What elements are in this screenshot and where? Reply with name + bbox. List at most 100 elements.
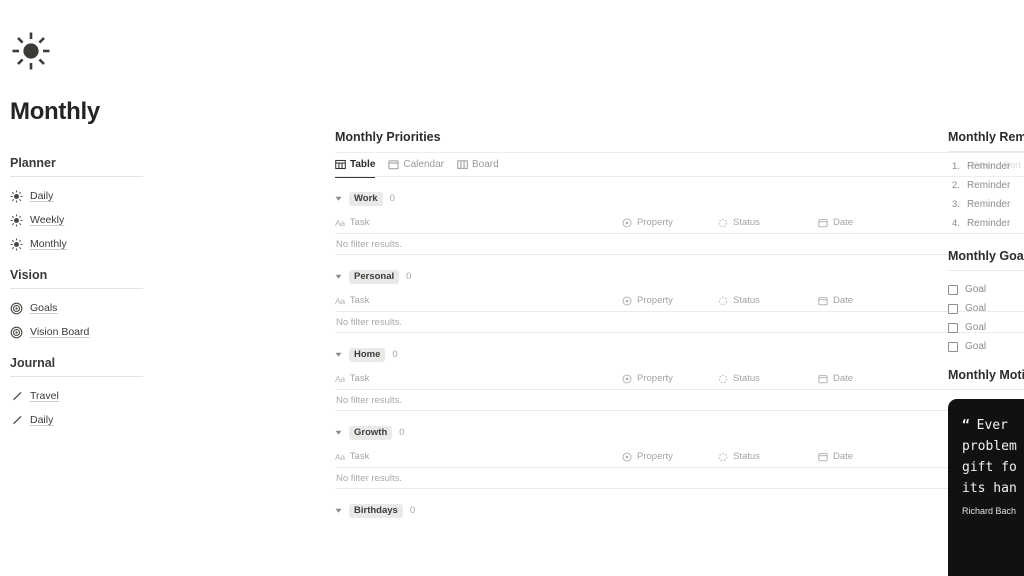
quote-line-2: problem xyxy=(962,439,1017,454)
group-count: 0 xyxy=(399,427,405,438)
list-item[interactable]: 3. Reminder xyxy=(948,199,1024,218)
divider xyxy=(948,389,1024,390)
column-header-date[interactable]: Date xyxy=(818,217,918,228)
list-item-label: Reminder xyxy=(966,161,1011,172)
app-root: Monthly Planner Daily Weekly Monthly Vis… xyxy=(0,0,1024,576)
group-header[interactable]: Home 0 xyxy=(335,346,1024,363)
column-header-date[interactable]: Date xyxy=(818,451,918,462)
group-header[interactable]: Work 0 xyxy=(335,190,1024,207)
aa-text-icon: Aa xyxy=(335,217,345,228)
database-toolbar: Table Calendar Board Filter Sort xyxy=(335,152,1024,178)
column-header-task[interactable]: Aa Task xyxy=(335,217,622,228)
list-item[interactable]: 4. Reminder xyxy=(948,218,1024,237)
goal-checkbox-row[interactable]: Goal xyxy=(948,299,1024,318)
column-header-date[interactable]: Date xyxy=(818,373,918,384)
tab-table[interactable]: Table xyxy=(335,152,376,178)
sidebar-item-label: Vision Board xyxy=(30,326,90,338)
column-header-task[interactable]: Aa Task xyxy=(335,451,622,462)
view-tabs: Table Calendar Board xyxy=(335,152,499,178)
aa-text-icon: Aa xyxy=(335,373,345,384)
divider xyxy=(948,270,1024,271)
goal-label: Goal xyxy=(965,284,987,295)
sun-icon xyxy=(10,190,23,202)
group-name-chip: Personal xyxy=(349,269,400,284)
tab-label: Board xyxy=(471,159,499,170)
column-header-property[interactable]: Property xyxy=(622,373,718,384)
quote-text-part: Ever xyxy=(976,418,1008,433)
sidebar-item-daily-journal[interactable]: Daily xyxy=(10,410,165,430)
empty-state-message: No filter results. xyxy=(335,234,1024,255)
column-header-property[interactable]: Property xyxy=(622,217,718,228)
sidebar-item-travel[interactable]: Travel xyxy=(10,386,165,406)
column-header-task[interactable]: Aa Task xyxy=(335,295,622,306)
column-label: Status xyxy=(733,295,760,306)
sidebar-heading-vision: Vision xyxy=(10,268,48,282)
group-work: Work 0 Aa Task Property Status Date No f… xyxy=(335,190,1024,255)
sidebar-item-goals[interactable]: Goals xyxy=(10,298,165,318)
goal-label: Goal xyxy=(965,341,987,352)
aa-text-icon: Aa xyxy=(335,295,345,306)
checkbox-unchecked-icon[interactable] xyxy=(948,341,958,352)
chevron-down-icon[interactable] xyxy=(335,351,342,358)
checkbox-unchecked-icon[interactable] xyxy=(948,322,958,333)
column-label: Task xyxy=(349,217,370,228)
pen-icon xyxy=(13,391,22,400)
sidebar-item-monthly[interactable]: Monthly xyxy=(10,234,165,254)
list-item-label: Reminder xyxy=(966,199,1011,210)
column-header-status[interactable]: Status xyxy=(718,373,818,384)
group-header[interactable]: Personal 0 xyxy=(335,268,1024,285)
group-count: 0 xyxy=(389,193,395,204)
tab-board[interactable]: Board xyxy=(457,152,499,177)
column-header-status[interactable]: Status xyxy=(718,451,818,462)
column-header-property[interactable]: Property xyxy=(622,295,718,306)
divider xyxy=(10,376,143,377)
column-header-row: Aa Task Property Status Date xyxy=(335,290,1024,312)
goal-checkbox-row[interactable]: Goal xyxy=(948,280,1024,299)
column-header-status[interactable]: Status xyxy=(718,295,818,306)
list-item[interactable]: 2. Reminder xyxy=(948,180,1024,199)
column-label: Date xyxy=(833,373,854,384)
column-header-task[interactable]: Aa Task xyxy=(335,373,622,384)
column-header-status[interactable]: Status xyxy=(718,217,818,228)
group-count: 0 xyxy=(406,271,412,282)
sidebar-item-daily[interactable]: Daily xyxy=(10,186,165,206)
checkbox-unchecked-icon[interactable] xyxy=(948,303,958,314)
column-label: Status xyxy=(733,451,760,462)
group-header[interactable]: Growth 0 xyxy=(335,424,1024,441)
goal-checkbox-row[interactable]: Goal xyxy=(948,318,1024,337)
aa-text-icon: Aa xyxy=(335,451,345,462)
chevron-down-icon[interactable] xyxy=(335,429,342,436)
list-item[interactable]: 1. Reminder xyxy=(948,161,1024,180)
app-logo xyxy=(10,18,165,88)
page-title: Monthly xyxy=(10,98,100,125)
column-label: Date xyxy=(833,451,854,462)
column-header-date[interactable]: Date xyxy=(818,295,918,306)
circle-dot-icon xyxy=(622,218,632,227)
empty-state-message: No filter results. xyxy=(335,312,1024,333)
sun-icon xyxy=(10,214,23,226)
tab-calendar[interactable]: Calendar xyxy=(388,152,444,177)
circle-dot-icon xyxy=(622,452,632,461)
sidebar-item-vision-board[interactable]: Vision Board xyxy=(10,322,165,342)
sidebar-item-label: Goals xyxy=(30,302,58,314)
chevron-down-icon[interactable] xyxy=(335,273,342,280)
sidebar-item-weekly[interactable]: Weekly xyxy=(10,210,165,230)
group-header[interactable]: Birthdays 0 xyxy=(335,502,1024,519)
sidebar-section-vision: Vision Goals Vision Board xyxy=(10,268,165,342)
column-header-row: Aa Task Property Status Date xyxy=(335,212,1024,234)
sun-icon xyxy=(10,238,23,250)
goal-checkbox-row[interactable]: Goal xyxy=(948,337,1024,356)
chevron-down-icon[interactable] xyxy=(335,195,342,202)
group-growth: Growth 0 Aa Task Property Status Date No… xyxy=(335,424,1024,489)
column-label: Date xyxy=(833,295,854,306)
calendar-icon xyxy=(818,296,828,305)
group-name-chip: Work xyxy=(349,191,383,206)
column-label: Property xyxy=(637,451,673,462)
checkbox-unchecked-icon[interactable] xyxy=(948,284,958,295)
calendar-icon xyxy=(388,160,399,170)
chevron-down-icon[interactable] xyxy=(335,507,342,514)
group-count: 0 xyxy=(409,505,416,516)
column-header-property[interactable]: Property xyxy=(622,451,718,462)
status-spinner-icon xyxy=(718,296,728,305)
